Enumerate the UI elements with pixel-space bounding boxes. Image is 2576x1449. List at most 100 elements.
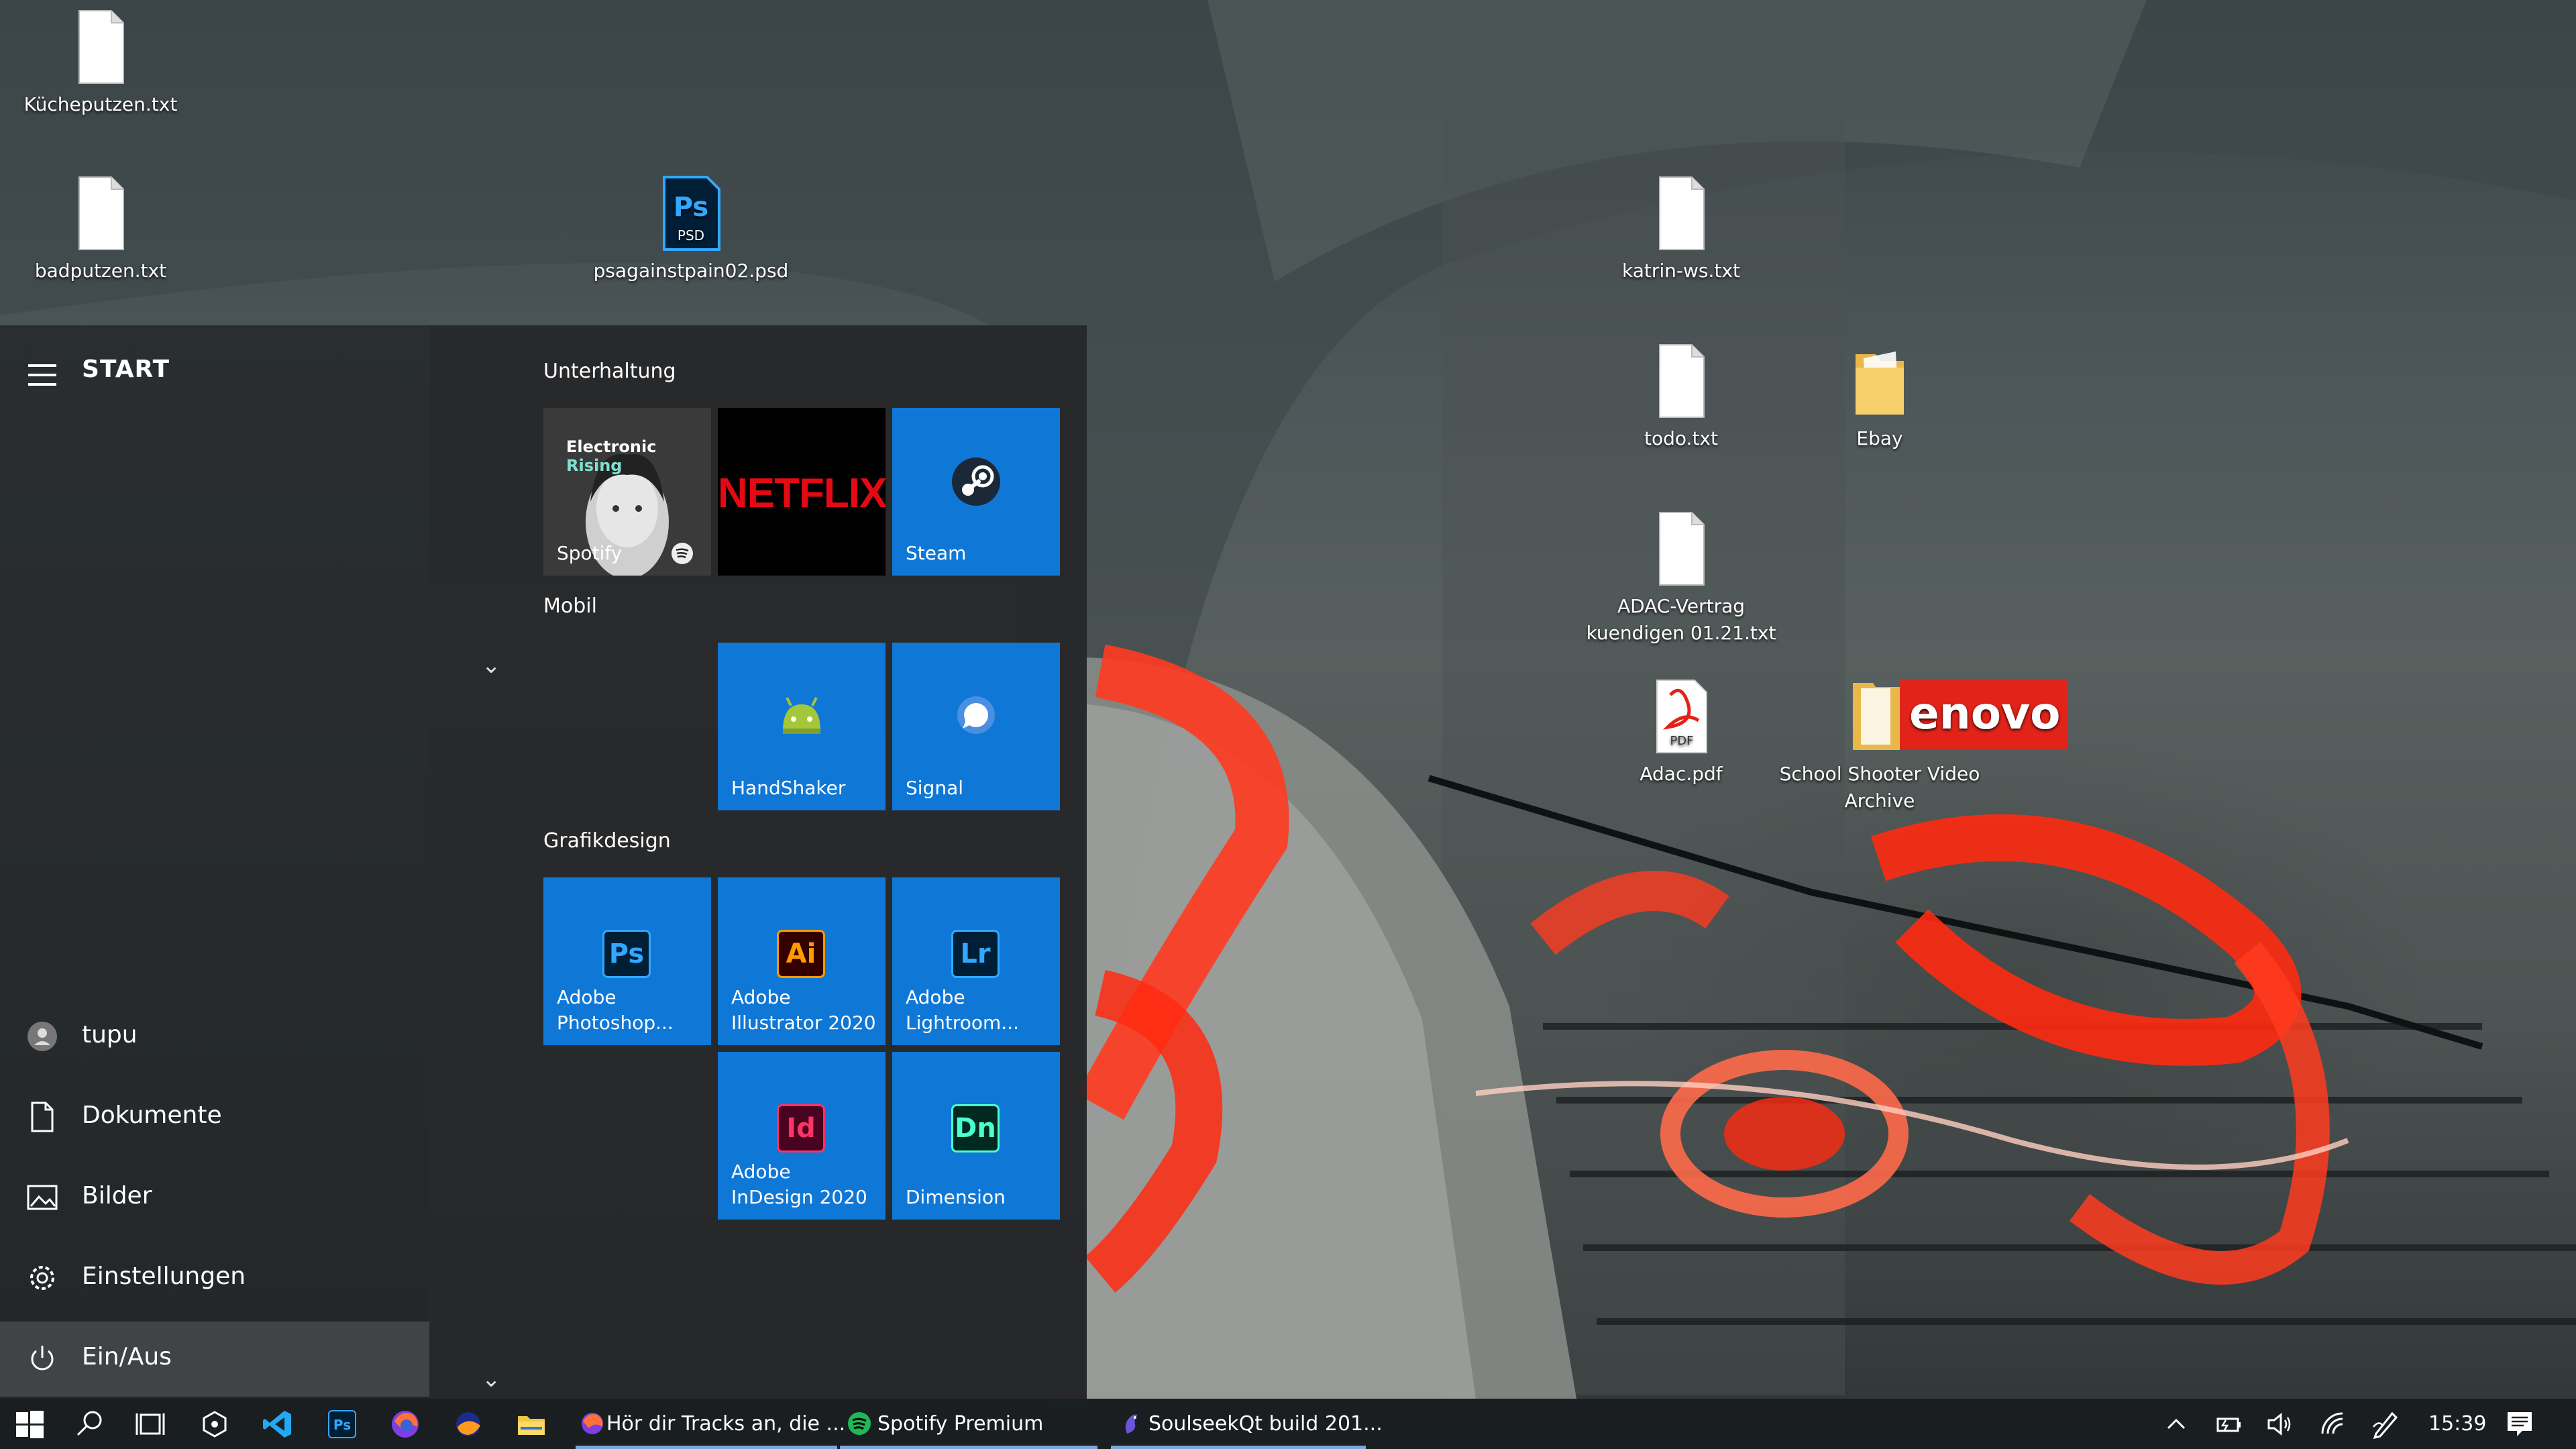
firefox-nightly-icon[interactable]: [451, 1407, 486, 1442]
desktop-icon-label: Adac.pdf: [1640, 763, 1723, 785]
tile-label: HandShaker: [731, 777, 846, 799]
tile-illustrator[interactable]: Ai Adobe Illustrator 2020: [718, 877, 885, 1045]
svg-text:Ps: Ps: [333, 1417, 351, 1433]
start-item-label: Bilder: [82, 1182, 152, 1210]
taskbar-task-soulseek[interactable]: SoulseekQt build 201...: [1111, 1399, 1383, 1449]
lenovo-text: enovo: [1909, 688, 2060, 739]
tile-spotify[interactable]: Electronic Rising Spotify: [543, 408, 711, 576]
tile-handshaker[interactable]: HandShaker: [718, 643, 885, 810]
unity-hub-icon[interactable]: [197, 1407, 232, 1442]
notification-center-icon[interactable]: [2502, 1407, 2537, 1442]
task-label: SoulseekQt build 201...: [1148, 1412, 1383, 1436]
task-label: Spotify Premium: [877, 1412, 1044, 1436]
text-file-icon: [1659, 512, 1705, 586]
tile-group-title: Mobil: [543, 594, 597, 618]
start-user-account[interactable]: tupu: [0, 1000, 429, 1075]
spotify-icon: [848, 1412, 871, 1435]
desktop-icon-badputzen[interactable]: badputzen.txt: [0, 173, 201, 284]
taskbar: Ps Hör dir Tracks an, die ... Spotify Pr…: [0, 1399, 2576, 1449]
tile-steam[interactable]: Steam: [892, 408, 1060, 576]
desktop-icon-label: ADAC-Vertrag kuendigen 01.21.txt: [1586, 595, 1776, 644]
desktop-icon-adac-pdf[interactable]: PDF Adac.pdf: [1580, 676, 1782, 788]
tile-label: Signal: [906, 777, 964, 799]
task-label: Hör dir Tracks an, die ...: [606, 1412, 846, 1436]
start-item-label: Ein/Aus: [82, 1343, 172, 1371]
start-item-power[interactable]: Ein/Aus: [0, 1322, 429, 1397]
taskbar-task-spotify[interactable]: Spotify Premium: [840, 1399, 1097, 1449]
desktop-icon-label: Kücheputzen.txt: [23, 93, 178, 115]
text-file-icon: [1659, 176, 1705, 250]
start-title: START: [82, 356, 170, 383]
desktop-icon-label: katrin-ws.txt: [1622, 260, 1740, 282]
spotify-banner: Electronic Rising: [566, 437, 657, 475]
desktop-icon-adac-vertrag[interactable]: ADAC-Vertrag kuendigen 01.21.txt: [1580, 508, 1782, 647]
tile-label: Spotify: [557, 542, 623, 564]
user-avatar-icon: [28, 1022, 57, 1051]
task-active-indicator: [576, 1446, 837, 1449]
steam-icon: [952, 458, 1000, 506]
tile-dimension[interactable]: Dn Dimension: [892, 1052, 1060, 1220]
task-view-icon[interactable]: [133, 1407, 168, 1442]
document-icon: [31, 1102, 54, 1132]
tile-label: Adobe Lightroom...: [906, 986, 1020, 1034]
task-active-indicator: [840, 1446, 1097, 1449]
firefox-icon: [582, 1413, 603, 1434]
desktop-icon-psd[interactable]: Ps PSD psagainstpain02.psd: [590, 173, 792, 284]
tile-label: Steam: [906, 542, 967, 564]
collapse-chevron-icon[interactable]: ⌄: [482, 652, 501, 679]
tile-netflix[interactable]: NETFLIX: [718, 408, 885, 576]
scroll-down-chevron-icon[interactable]: ⌄: [482, 1366, 501, 1393]
start-item-label: Einstellungen: [82, 1263, 246, 1290]
hamburger-menu-icon[interactable]: [28, 364, 56, 386]
taskbar-task-firefox[interactable]: Hör dir Tracks an, die ...: [576, 1399, 845, 1449]
psd-badge: PSD: [678, 227, 704, 244]
text-file-icon: [78, 176, 124, 250]
start-item-bilder[interactable]: Bilder: [0, 1161, 429, 1236]
desktop-icon-todo[interactable]: todo.txt: [1580, 341, 1782, 452]
desktop-icon-katrin[interactable]: katrin-ws.txt: [1580, 173, 1782, 284]
start-item-dokumente[interactable]: Dokumente: [0, 1080, 429, 1155]
user-name: tupu: [82, 1021, 138, 1049]
tile-group-title: Unterhaltung: [543, 360, 676, 383]
start-item-label: Dokumente: [82, 1102, 222, 1129]
pen-workspace-icon[interactable]: [2368, 1407, 2403, 1442]
start-menu-left-pane: [0, 325, 429, 1399]
power-icon: [31, 1346, 54, 1371]
desktop-icon-label: School Shooter Video Archive: [1779, 763, 1980, 812]
chevron-up-icon[interactable]: [2159, 1407, 2194, 1442]
photoshop-file-icon: Ps PSD: [663, 176, 720, 251]
task-active-indicator: [1111, 1446, 1366, 1449]
tile-lightroom[interactable]: Lr Adobe Lightroom...: [892, 877, 1060, 1045]
indesign-icon: Id: [777, 1104, 825, 1152]
wifi-icon[interactable]: [2316, 1407, 2351, 1442]
windows-start-icon[interactable]: [12, 1407, 47, 1442]
volume-icon[interactable]: [2263, 1407, 2298, 1442]
tile-label: Adobe Photoshop...: [557, 986, 674, 1034]
start-item-einstellungen[interactable]: Einstellungen: [0, 1241, 429, 1316]
soulseek-bird-icon: [1125, 1414, 1138, 1434]
folder-lenovo-icon: enovo: [1853, 680, 2068, 750]
desktop-icon-school[interactable]: enovo School Shooter Video Archive: [1779, 676, 2068, 814]
illustrator-icon: Ai: [777, 930, 825, 978]
desktop-icon-label: psagainstpain02.psd: [593, 260, 789, 282]
android-icon: [783, 697, 820, 734]
photoshop-taskbar-icon[interactable]: Ps: [325, 1407, 360, 1442]
ps-glyph: Ps: [674, 192, 708, 223]
tile-signal[interactable]: Signal: [892, 643, 1060, 810]
desktop-icon-kuecheputzen[interactable]: Kücheputzen.txt: [0, 7, 201, 118]
desktop-icon-label: todo.txt: [1644, 427, 1718, 449]
desktop-icon-label: Ebay: [1856, 427, 1903, 449]
taskbar-clock[interactable]: 15:39: [2428, 1412, 2486, 1436]
tile-indesign[interactable]: Id Adobe InDesign 2020: [718, 1052, 885, 1220]
pdf-badge: PDF: [1670, 734, 1693, 748]
vscode-icon[interactable]: [260, 1407, 295, 1442]
desktop-icon-ebay[interactable]: Ebay: [1779, 341, 1980, 452]
dimension-icon: Dn: [951, 1104, 1000, 1152]
file-explorer-icon[interactable]: [514, 1407, 549, 1442]
battery-icon[interactable]: [2211, 1407, 2246, 1442]
signal-chat-icon: [957, 696, 995, 734]
tile-label: Adobe InDesign 2020: [731, 1161, 867, 1208]
tile-photoshop[interactable]: Ps Adobe Photoshop...: [543, 877, 711, 1045]
firefox-dev-icon[interactable]: [388, 1407, 423, 1442]
search-icon[interactable]: [72, 1407, 107, 1442]
